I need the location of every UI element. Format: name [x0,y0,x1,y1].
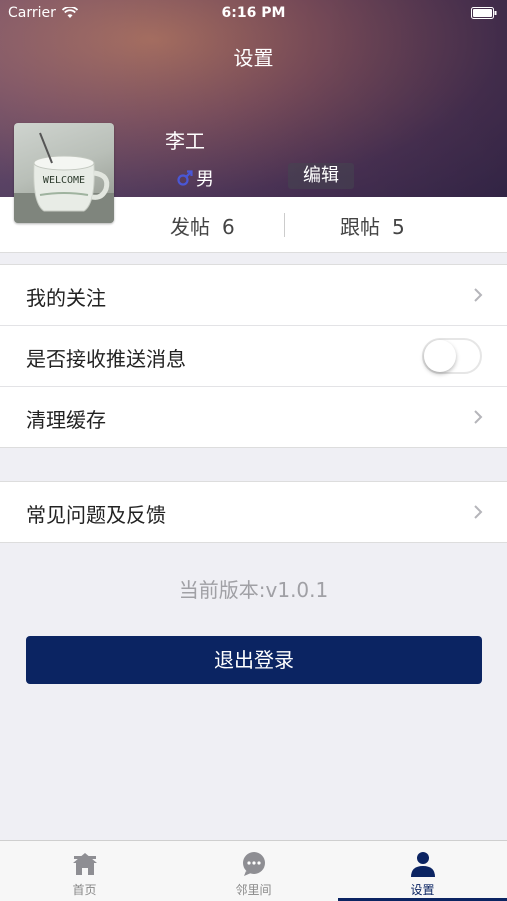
chat-icon [242,852,265,876]
posts-count: 6 [222,215,235,239]
page-title: 设置 [233,46,274,70]
settings-group-1: 我的关注 是否接收推送消息 清理缓存 [0,264,507,448]
faq-feedback-label: 常见问题及反馈 [26,503,166,527]
tab-bar: 首页 邻里间 设置 [0,840,507,901]
status-bar: Carrier 6:16 PM [0,0,507,28]
my-follows-label: 我的关注 [26,286,106,310]
faq-feedback-row[interactable]: 常见问题及反馈 [0,482,507,542]
tab-home[interactable]: 首页 [0,841,169,901]
replies-label: 跟帖 [340,215,380,239]
my-follows-row[interactable]: 我的关注 [0,265,507,326]
clear-cache-row[interactable]: 清理缓存 [0,387,507,447]
mug-photo: WELCOME [14,132,114,223]
replies-stat[interactable]: 跟帖 5 [340,211,405,240]
replies-count: 5 [392,215,405,239]
male-icon [177,170,193,186]
chevron-right-icon [474,288,483,302]
chevron-right-icon [474,505,483,519]
chevron-right-icon [474,410,483,424]
posts-stat[interactable]: 发帖 6 [170,211,235,240]
posts-label: 发帖 [170,215,210,239]
logout-button[interactable]: 退出登录 [26,636,482,684]
avatar[interactable]: WELCOME [14,123,114,223]
edit-profile-button[interactable]: 编辑 [288,163,354,189]
version-text: 当前版本:v1.0.1 [178,578,329,602]
gender-info: 男 [176,165,214,191]
home-icon [72,853,97,875]
username: 李工 [165,129,205,153]
stats-divider [284,213,285,237]
battery-icon [471,7,497,19]
tab-settings[interactable]: 设置 [338,841,507,901]
toggle-knob [424,340,456,372]
tab-neighbors[interactable]: 邻里间 [169,841,338,901]
gender-label: 男 [196,169,214,190]
tab-neighbors-label: 邻里间 [235,883,272,897]
mug-text: WELCOME [43,175,85,186]
person-icon [410,852,435,877]
push-row: 是否接收推送消息 [0,326,507,387]
tab-settings-label: 设置 [410,883,435,897]
settings-group-2: 常见问题及反馈 [0,481,507,543]
push-toggle[interactable] [422,338,482,374]
clear-cache-label: 清理缓存 [26,408,106,432]
push-label: 是否接收推送消息 [26,347,186,371]
status-time: 6:16 PM [221,5,286,21]
tab-home-label: 首页 [72,883,97,897]
